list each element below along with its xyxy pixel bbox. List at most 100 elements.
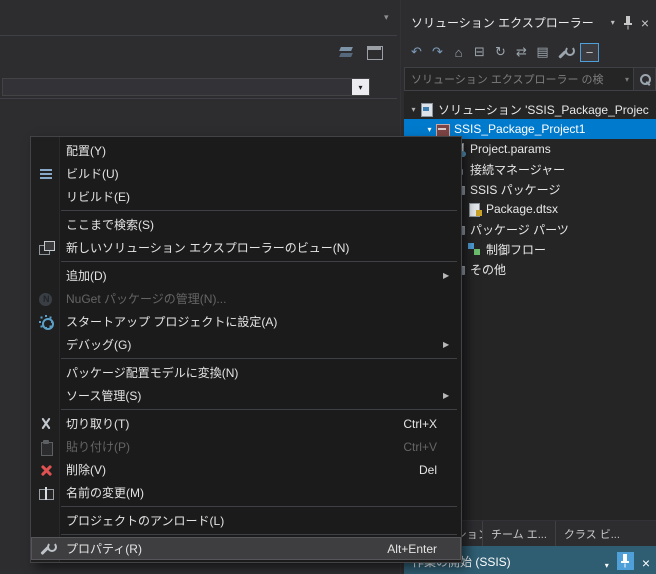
menu-item-icon-slot xyxy=(38,268,54,284)
designer-combobox[interactable]: ▾ xyxy=(2,78,370,96)
menu-item[interactable]: リビルド(E) xyxy=(31,185,461,208)
build-icon xyxy=(38,166,54,182)
menu-item[interactable]: スタートアップ プロジェクトに設定(A) xyxy=(31,310,461,333)
menu-item[interactable]: ここまで検索(S) xyxy=(31,213,461,236)
menu-item-label: NuGet パッケージの管理(N)... xyxy=(66,292,227,306)
menu-separator xyxy=(61,358,457,359)
menu-item-label: ビルド(U) xyxy=(66,167,119,181)
menu-item-icon-slot xyxy=(38,365,54,381)
preview-selected-items-toggle[interactable]: − xyxy=(580,42,599,62)
menu-item[interactable]: 貼り付け(P) Ctrl+V xyxy=(31,435,461,458)
menu-item-label: プロジェクトのアンロード(L) xyxy=(66,514,225,528)
close-icon[interactable]: × xyxy=(641,16,649,30)
switch-views-icon[interactable]: ⇄ xyxy=(512,43,531,62)
menu-item-icon-slot xyxy=(38,337,54,353)
tree-item-label: 接続マネージャー xyxy=(470,162,566,177)
menu-item[interactable]: 追加(D) ▶ xyxy=(31,264,461,287)
menu-item-icon-slot xyxy=(38,189,54,205)
panel-title: ソリューション エクスプローラー xyxy=(411,16,594,30)
tree-item-label: Package.dtsx xyxy=(486,202,559,216)
menu-item-label: スタートアップ プロジェクトに設定(A) xyxy=(66,315,278,329)
pin-button[interactable] xyxy=(616,552,634,570)
menu-item[interactable]: NuGet パッケージの管理(N)... xyxy=(31,287,461,310)
combo-dropdown-button[interactable]: ▾ xyxy=(352,79,369,95)
close-icon[interactable]: × xyxy=(642,556,650,570)
menu-item-shortcut: Del xyxy=(418,462,437,477)
properties-icon[interactable] xyxy=(554,43,575,62)
menu-separator xyxy=(61,261,457,262)
pin-icon[interactable] xyxy=(623,15,633,30)
solution-explorer-titlebar[interactable]: ソリューション エクスプローラー ▾ × xyxy=(404,12,656,33)
toolbar-overflow-chevron-icon[interactable]: ▾ xyxy=(384,12,389,23)
menu-item[interactable]: 名前の変更(M) xyxy=(31,481,461,504)
ssis-project-icon xyxy=(435,122,450,137)
menu-item-icon-slot xyxy=(38,143,54,159)
form-grid-icon[interactable] xyxy=(366,44,384,60)
menu-item-icon-slot xyxy=(38,217,54,233)
menu-item-label: 切り取り(T) xyxy=(66,417,130,431)
home-icon[interactable]: ⌂ xyxy=(449,43,468,62)
editor-toolbar xyxy=(338,44,384,60)
menu-item-shortcut: Ctrl+X xyxy=(403,416,437,431)
menu-item-label: 削除(V) xyxy=(66,463,106,477)
tree-item-label: ソリューション 'SSIS_Package_Projec xyxy=(438,102,649,117)
nuget-icon xyxy=(38,291,54,307)
menu-item-label: パッケージ配置モデルに変換(N) xyxy=(66,366,239,380)
menu-item[interactable]: 切り取り(T) Ctrl+X xyxy=(31,412,461,435)
forward-icon[interactable]: ↷ xyxy=(428,43,447,62)
tree-item-label: SSIS パッケージ xyxy=(470,182,561,197)
menu-item[interactable]: パッケージ配置モデルに変換(N) xyxy=(31,361,461,384)
menu-item-shortcut: Alt+Enter xyxy=(387,541,437,556)
menu-item-label: 名前の変更(M) xyxy=(66,486,144,500)
menu-item-label: ソース管理(S) xyxy=(66,389,142,403)
menu-item-label: リビルド(E) xyxy=(66,190,130,204)
tree-item[interactable]: ▾ ソリューション 'SSIS_Package_Projec xyxy=(404,99,656,119)
tool-window-tab[interactable]: チーム エ... xyxy=(482,521,555,546)
divider xyxy=(0,98,397,99)
tool-window-tab[interactable]: クラス ビ... xyxy=(554,521,628,546)
layers-icon[interactable] xyxy=(338,44,356,60)
window-menu-chevron-icon[interactable]: ▾ xyxy=(605,561,609,570)
search-dropdown-chevron-icon[interactable]: ▾ xyxy=(621,75,633,84)
tree-item-label: SSIS_Package_Project1 xyxy=(454,122,586,136)
dtsx-file-icon xyxy=(467,202,482,217)
wrench-icon xyxy=(557,45,575,59)
wrench-icon xyxy=(38,541,57,557)
tree-item-label: Project.params xyxy=(470,142,551,156)
sync-with-active-document-icon[interactable]: ↻ xyxy=(491,43,510,62)
search-button[interactable] xyxy=(633,68,655,90)
delete-icon xyxy=(38,462,54,478)
search-box[interactable]: ソリューション エクスプローラー の検 ▾ xyxy=(404,67,656,91)
menu-item-label: プロパティ(R) xyxy=(66,542,142,556)
submenu-arrow-icon: ▶ xyxy=(443,271,450,280)
menu-item[interactable]: ソース管理(S) ▶ xyxy=(31,384,461,407)
tree-item-label: その他 xyxy=(470,262,507,277)
menu-item[interactable]: プロジェクトのアンロード(L) xyxy=(31,509,461,532)
menu-item[interactable]: デバッグ(G) ▶ xyxy=(31,333,461,356)
show-all-files-icon[interactable]: ▤ xyxy=(533,43,552,62)
menu-item[interactable]: 新しいソリューション エクスプローラーのビュー(N) xyxy=(31,236,461,259)
back-icon[interactable]: ↶ xyxy=(407,43,426,62)
window-menu-chevron-icon[interactable]: ▾ xyxy=(611,18,615,27)
menu-item[interactable]: ビルド(U) xyxy=(31,162,461,185)
context-menu: 配置(Y) ビルド(U) リビルド(E) ここまで検索(S) 新しいソリューション エク… xyxy=(30,136,462,563)
expander-expanded-icon[interactable]: ▾ xyxy=(408,105,419,114)
menu-separator xyxy=(61,409,457,410)
rename-icon xyxy=(38,485,54,501)
menu-item-shortcut: Ctrl+V xyxy=(403,439,437,454)
menu-item-label: 貼り付け(P) xyxy=(66,440,130,454)
divider xyxy=(0,35,397,36)
paste-icon xyxy=(38,439,54,456)
expander-expanded-icon[interactable]: ▾ xyxy=(424,125,435,134)
menu-item-icon-slot xyxy=(38,388,54,404)
menu-separator xyxy=(61,534,457,535)
new-view-icon xyxy=(38,240,55,256)
menu-item[interactable]: プロパティ(R) Alt+Enter xyxy=(31,537,461,560)
collapse-all-icon[interactable]: ⊟ xyxy=(470,43,489,62)
menu-item[interactable]: 配置(Y) xyxy=(31,139,461,162)
menu-item-label: ここまで検索(S) xyxy=(66,218,154,232)
menu-separator xyxy=(61,506,457,507)
solution-icon xyxy=(419,102,434,117)
submenu-arrow-icon: ▶ xyxy=(443,340,450,349)
menu-item[interactable]: 削除(V) Del xyxy=(31,458,461,481)
